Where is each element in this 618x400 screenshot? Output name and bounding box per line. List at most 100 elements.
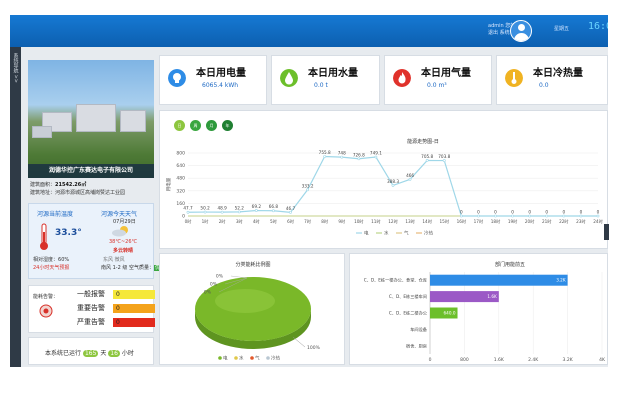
weather-condition: 多云转晴 [113, 248, 134, 254]
x-tick-label: 4时 [253, 218, 261, 224]
y-tick-label: 480 [176, 176, 185, 182]
current-temp-title: 河源当前温度 [37, 211, 74, 218]
alarm-important[interactable]: 重要告警 0 [77, 303, 155, 314]
category-ratio-chart: 分类能耗比例图 100% 0% 0% 0% 电 水 气 冷热 [195, 261, 321, 362]
x-tick-label: 23时 [576, 218, 586, 224]
data-point [357, 157, 361, 161]
x-tick-label: 22时 [559, 218, 569, 224]
stat-electricity[interactable]: 本日用电量 6065.4 kWh [159, 55, 267, 105]
pie-leader-line [230, 275, 248, 279]
x-tick-label: 24时 [593, 218, 603, 224]
x-tick-label: 18时 [491, 218, 501, 224]
forecast-link[interactable]: 24小时天气预报 [33, 264, 69, 271]
stat-water[interactable]: 本日用水量 0.0 t [271, 55, 380, 105]
clock: 16:02 [588, 21, 608, 32]
legend-label: 冷热 [424, 230, 433, 237]
x-tick-label: 7时 [304, 218, 312, 224]
y-tick-label: 640 [176, 163, 185, 169]
data-label: 333.2 [302, 183, 314, 188]
data-point [391, 184, 395, 187]
data-point [459, 214, 463, 218]
user-avatar-icon[interactable] [510, 20, 532, 42]
data-label: 748 [338, 151, 346, 156]
chart-title: 分类能耗比例图 [235, 261, 270, 268]
data-point [596, 214, 600, 218]
x-tick-label: 4K [599, 357, 606, 363]
x-tick-label: 6时 [287, 218, 295, 224]
data-label: 388.3 [387, 179, 399, 184]
stat-cooling-heating[interactable]: 本日冷热量 0.0 [496, 55, 608, 105]
energy-trend-panel: 日 周 月 年 能源走势图-日 0 160 320 480 640 800 用电量 0时 1时 2时… [159, 110, 608, 249]
legend-label: 电 [364, 230, 369, 237]
alarm-severe[interactable]: 严重告警 0 [77, 317, 155, 328]
data-label: 755.8 [319, 150, 331, 155]
stat-gas[interactable]: 本日用气量 0.0 m³ [384, 55, 492, 105]
stat-value: 6065.4 kWh [202, 82, 239, 89]
data-point [254, 209, 258, 212]
x-tick-label: 2时 [219, 218, 227, 224]
legend-label: 水 [239, 355, 244, 362]
x-tick-label: 9时 [338, 218, 346, 224]
legend-label: 气 [255, 355, 260, 362]
data-label: 0 [545, 210, 548, 215]
stat-title: 本日用电量 [196, 68, 246, 79]
data-point [425, 159, 429, 162]
data-label: 69.2 [252, 204, 262, 209]
y-tick-label: 800 [176, 151, 185, 157]
data-point [374, 155, 378, 159]
data-point [442, 159, 446, 162]
alarm-general[interactable]: 一般报警 0 [77, 289, 155, 300]
pie-slice-label: 100% [307, 345, 321, 351]
y-tick-label: C、D、E栋二楼办公 [389, 310, 428, 317]
department-top5-chart: 部门用能前五 0 800 1.6K 2.4K 3.2K 4K C、D、E栋一楼办公、食堂、仓库… [364, 261, 606, 363]
cloud-sun-icon [112, 226, 128, 237]
data-point [562, 214, 566, 218]
pie-slice-label: 0% [204, 290, 212, 296]
data-label: 46.7 [286, 206, 296, 211]
data-label: 705.8 [421, 154, 433, 159]
data-label: 749.1 [370, 151, 382, 156]
data-point [237, 210, 241, 214]
data-label: 47.7 [183, 206, 193, 211]
data-point [306, 188, 309, 192]
data-point [511, 214, 514, 218]
legend-label: 气 [404, 230, 409, 237]
wind-info: 东风 微风 [103, 257, 125, 263]
data-label: 52.2 [235, 205, 245, 210]
department-top5-panel: 部门用能前五 0 800 1.6K 2.4K 3.2K 4K C、D、E栋一楼办公、食堂、仓库… [349, 253, 608, 365]
temp-range: 38℃~26℃ [109, 239, 138, 245]
x-tick-label: 2.4K [528, 357, 539, 363]
stat-value: 0.0 t [314, 82, 328, 89]
sidebar-toggle-label[interactable]: 系统导航 >> [13, 47, 19, 83]
sidebar-nav[interactable]: 系统导航 >> [10, 47, 21, 367]
chart-title: 能源走势图-日 [407, 138, 439, 145]
bulb-icon [168, 69, 186, 87]
thermometer-icon [505, 69, 523, 87]
y-tick-label: C、D、E栋一楼办公、食堂、仓库 [364, 277, 427, 284]
water-drop-icon [280, 69, 298, 87]
weather-date: 07月29日 [113, 219, 136, 225]
pie-slice-label: 0% [216, 274, 224, 280]
data-point [289, 210, 292, 214]
stat-title: 本日冷热量 [533, 68, 583, 79]
today-weather-title: 河源今天天气 [101, 211, 138, 218]
alarm-section-label: 能耗告警： [33, 294, 59, 300]
y-tick-label: 320 [176, 188, 185, 194]
data-point [579, 214, 583, 218]
humidity: 相对湿度：60% [33, 257, 70, 263]
x-tick-label: 14时 [422, 218, 432, 224]
data-point [186, 210, 190, 214]
bar-value-label: 640.0 [444, 311, 456, 316]
x-tick-label: 12时 [388, 218, 398, 224]
dashboard-screen: admin 您好 退出 系统 星期五 16:02 系统导航 >> 润德华控广东赛… [10, 15, 608, 367]
data-point [528, 214, 532, 218]
data-label: 0 [528, 210, 531, 215]
page-scroll-handle[interactable] [604, 224, 609, 240]
category-ratio-panel: 分类能耗比例图 100% 0% 0% 0% 电 水 气 冷热 [159, 253, 345, 365]
data-label: 48.9 [218, 206, 228, 211]
stat-title: 本日用气量 [421, 68, 471, 79]
data-label: 0 [494, 210, 497, 215]
data-label: 0 [477, 210, 480, 215]
data-label: 726.8 [353, 152, 365, 157]
stat-value: 0.0 [539, 82, 549, 89]
